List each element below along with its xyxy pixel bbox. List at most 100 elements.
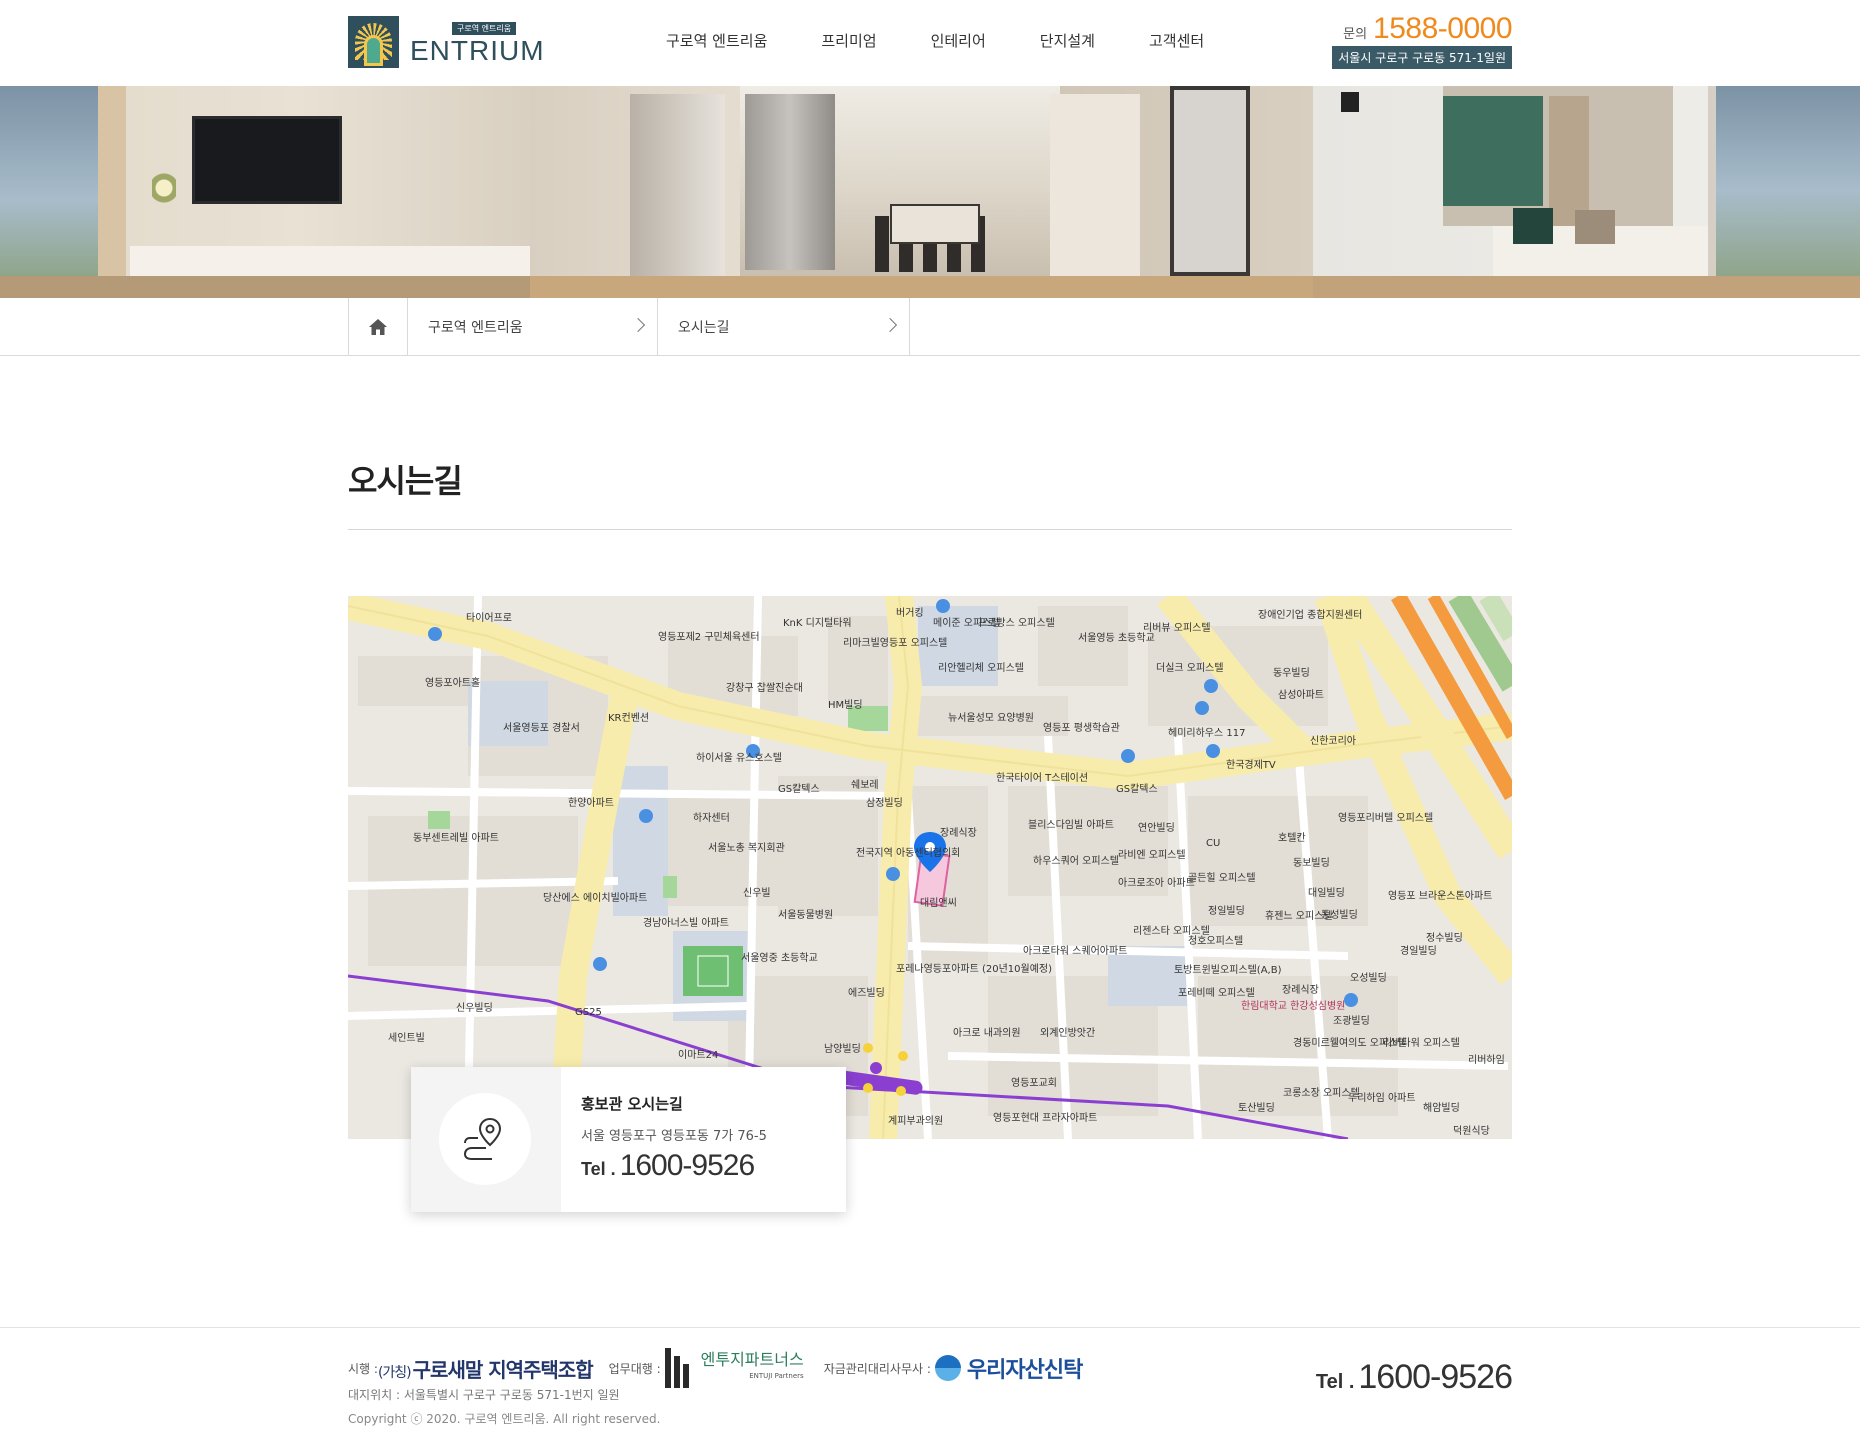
nav-item-complex-design[interactable]: 단지설계 — [1040, 30, 1095, 51]
map-label: 프로방스 오피스텔 — [978, 617, 1055, 629]
map-label: 리안헬리체 오피스텔 — [938, 662, 1024, 674]
map-label: 남양빌딩 — [824, 1043, 861, 1055]
footer-partners: 시행 : (가칭) 구로새말 지역주택조합 업무대행 : 엔투지파트너스 ENTU… — [348, 1348, 1083, 1388]
info-phone[interactable]: Tel . 1600-9526 — [581, 1149, 755, 1183]
map-label: 리버하임 — [1468, 1053, 1505, 1066]
map-label: 하우스쿼어 오피스텔 — [1033, 854, 1119, 867]
trust-name: 우리자산신탁 — [966, 1358, 1083, 1383]
map-label: 오성빌딩 — [1350, 972, 1387, 984]
site-header: 구로역 엔트리움 ENTRIUM 구로역 엔트리움 프리미엄 인테리어 단지설계… — [0, 0, 1860, 86]
map-label: 아크로타워 스퀘어아파트 — [1023, 944, 1127, 957]
map-label: 리버뷰 오피스텔 — [1143, 622, 1211, 634]
info-address: 서울 영등포구 영등포동 7가 76-5 — [581, 1129, 767, 1144]
contact-address: 서울시 구로구 구로동 571-1일원 — [1332, 46, 1512, 69]
map-label: 한양아파트 — [568, 797, 614, 809]
map-label: 한국타이어 T스테이션 — [996, 772, 1088, 784]
map-label: 한림대학교 한강성심병원 — [1241, 1000, 1345, 1012]
header-contact: 문의 1588-0000 서울시 구로구 구로동 571-1일원 — [1312, 12, 1512, 72]
showroom-info-card: 홍보관 오시는길 서울 영등포구 영등포동 7가 76-5 Tel . 1600… — [411, 1067, 846, 1212]
route-pin-icon — [463, 1117, 502, 1160]
nav-item-customer-center[interactable]: 고객센터 — [1149, 30, 1204, 51]
agent-label: 업무대행 : — [608, 1361, 661, 1376]
footer-phone[interactable]: Tel . 1600-9526 — [1316, 1358, 1513, 1397]
map-label: 삼정빌딩 — [866, 797, 903, 809]
map-label: 쉐보레 — [851, 779, 879, 791]
location-map[interactable]: 타이어프로 영등포제2 구민체육센터 KnK 디지털타워 버거킹 메이준 오피스… — [348, 596, 1512, 1139]
map-label: 세인트빌 — [388, 1032, 425, 1044]
page-title: 오시는길 — [348, 462, 463, 500]
map-label: 동성빌딩 — [1321, 909, 1358, 921]
map-label: 신우빌 — [743, 887, 771, 899]
map-label: 한국경제TV — [1226, 758, 1276, 771]
map-label: HM빌딩 — [828, 699, 863, 711]
map-label: 리마크빌영등포 오피스텔 — [843, 637, 947, 649]
home-icon — [369, 318, 387, 335]
map-label: 조광빌딩 — [1333, 1015, 1370, 1027]
logo-emblem — [348, 16, 399, 68]
developer-label: 시행 : — [348, 1361, 378, 1376]
map-label: 이마트24 — [678, 1049, 718, 1061]
interior-banner-image — [0, 86, 1860, 298]
map-label: 삼성아파트 — [1278, 689, 1324, 701]
map-label: 장례식장 — [1282, 984, 1319, 996]
logo-badge: 구로역 엔트리움 — [452, 22, 517, 35]
map-label: KnK 디지털타워 — [783, 616, 852, 629]
map-label: 영등포 평생학습관 — [1043, 722, 1120, 734]
map-label: 블리스다임빌 아파트 — [1028, 818, 1114, 831]
map-label: 대일빌딩 — [1308, 887, 1345, 899]
map-label: GS칼텍스 — [1116, 782, 1158, 795]
chevron-right-icon — [630, 317, 646, 333]
map-label: 장례식장 — [940, 827, 977, 839]
site-logo[interactable]: 구로역 엔트리움 ENTRIUM — [348, 16, 554, 70]
map-label: 포레나영등포아파트 (20년10월예정) — [896, 963, 1052, 975]
map-label: 서울영중 초등학교 — [741, 952, 818, 964]
map-label: 경일빌딩 — [1400, 944, 1437, 957]
map-label: 더실크 오피스텔 — [1156, 662, 1224, 674]
footer-address: 대지위치 : 서울특별시 구로구 구로동 571-1번지 일원 — [348, 1388, 620, 1402]
map-label: 영등포리버텔 오피스텔 — [1338, 812, 1433, 824]
lounge-photo — [1313, 86, 1860, 298]
living-room-photo — [0, 86, 530, 298]
map-label: 헤미리하우스 117 — [1168, 726, 1245, 739]
map-label: 대림앤씨 — [920, 897, 957, 909]
map-label: 영등포아트홀 — [425, 676, 480, 689]
map-label: 강창구 찹쌀진순대 — [726, 682, 803, 694]
breadcrumb-item-directions[interactable]: 오시는길 — [658, 298, 910, 355]
map-label: KR컨벤션 — [608, 712, 649, 724]
nav-item-entrium[interactable]: 구로역 엔트리움 — [666, 30, 767, 51]
map-label: 아크로조아 아파트 — [1118, 877, 1195, 889]
map-label: 라비엔 오피스텔 — [1118, 849, 1186, 861]
developer-name: (가칭) 구로새말 지역주택조합 — [377, 1357, 594, 1382]
map-label: 포레비떼 오피스텔 — [1178, 987, 1255, 999]
map-label: 아크로 내과의원 — [953, 1027, 1021, 1039]
map-label: 타이어프로 — [466, 612, 512, 624]
map-label: 정일빌딩 — [1208, 905, 1245, 917]
map-label: 청호오피스텔 — [1188, 935, 1243, 947]
footer-copyright: Copyright ⓒ 2020. 구로역 엔트리움. All right re… — [348, 1412, 661, 1426]
trust-logo-icon — [934, 1355, 961, 1381]
map-canvas: 타이어프로 영등포제2 구민체육센터 KnK 디지털타워 버거킹 메이준 오피스… — [348, 596, 1512, 1139]
nav-item-premium[interactable]: 프리미엄 — [821, 30, 876, 51]
breadcrumb-item-entrium[interactable]: 구로역 엔트리움 — [408, 298, 658, 355]
map-label: 서울노총 복지회관 — [708, 842, 785, 854]
map-label: 경남아너스빌 아파트 — [643, 916, 729, 929]
map-label: 전국지역 아동센터협의회 — [856, 846, 960, 859]
map-label: 서울동물병원 — [778, 909, 833, 921]
breadcrumb-home[interactable] — [348, 298, 408, 355]
contact-phone[interactable]: 1588-0000 — [1373, 12, 1512, 46]
map-label: 뉴서울성모 요양병원 — [948, 712, 1034, 724]
chevron-right-icon — [882, 317, 898, 333]
map-label: 골든힐 오피스텔 — [1188, 871, 1256, 884]
map-label: 호텔칸 — [1278, 832, 1306, 844]
map-label: 서울영등포 경찰서 — [503, 721, 580, 734]
map-label: 외계인방앗간 — [1040, 1027, 1095, 1039]
logo-text: ENTRIUM — [410, 35, 545, 66]
agent-name: 엔투지파트너스 ENTUJI Partners — [700, 1350, 804, 1381]
nav-item-interior[interactable]: 인테리어 — [931, 30, 986, 51]
map-label: 에즈빌딩 — [848, 987, 885, 999]
tel-number: 1600-9526 — [619, 1149, 755, 1182]
map-label: 버거킹 — [896, 607, 924, 619]
map-label: 계피부과의원 — [888, 1115, 943, 1127]
info-title: 홍보관 오시는길 — [581, 1095, 683, 1113]
map-label: 연안빌딩 — [1138, 822, 1175, 834]
